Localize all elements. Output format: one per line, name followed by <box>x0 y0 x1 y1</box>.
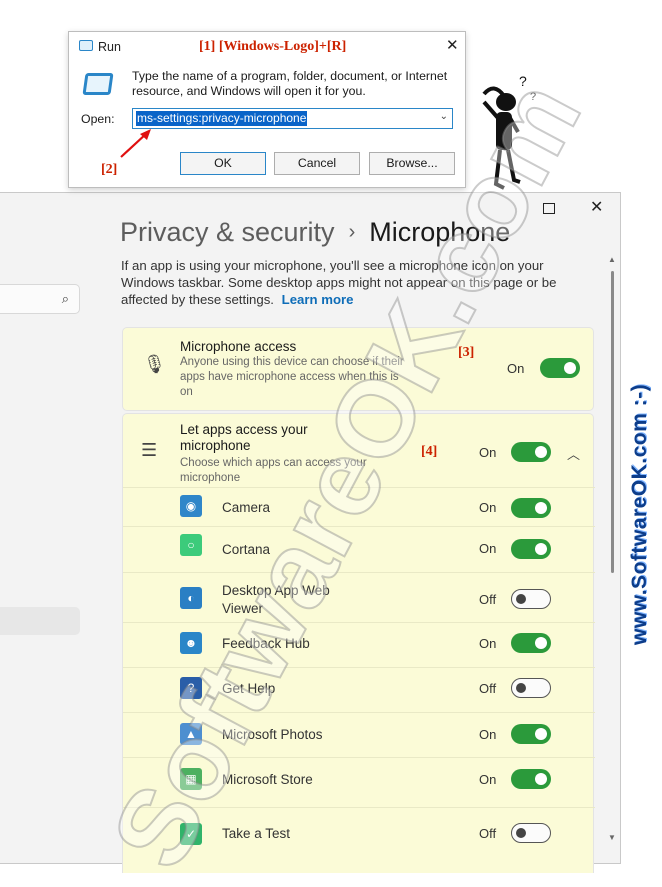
app-state: Off <box>479 826 497 841</box>
scroll-down-icon[interactable]: ▼ <box>608 833 616 842</box>
webview-icon: ◐ <box>180 587 202 609</box>
search-icon: ⌕ <box>61 291 69 306</box>
run-close-button[interactable]: ✕ <box>446 36 459 54</box>
let-apps-toggle[interactable] <box>511 442 551 462</box>
open-input[interactable]: ms-settings:privacy-microphone ⌄ <box>132 108 453 129</box>
microphone-access-title: Microphone access <box>180 339 297 354</box>
scrollbar-thumb[interactable] <box>611 271 614 573</box>
scroll-up-icon[interactable]: ▲ <box>608 255 616 264</box>
annotation-marker-1: [1] [Windows-Logo]+[R] <box>199 39 347 54</box>
chevron-up-icon[interactable]: ︿ <box>567 444 580 463</box>
settings-sidebar: ⌕ <box>0 193 96 863</box>
app-toggle-desktop-app-web-viewer[interactable] <box>511 589 551 609</box>
learn-more-link[interactable]: Learn more <box>282 292 354 307</box>
settings-search-input[interactable]: ⌕ <box>0 284 80 314</box>
app-toggle-take-a-test[interactable] <box>511 823 551 843</box>
app-state: Off <box>479 592 497 607</box>
let-apps-state: On <box>479 445 497 460</box>
app-name: Take a Test <box>222 826 291 841</box>
run-dialog: Run [1] [Windows-Logo]+[R] ✕ Type the na… <box>68 31 466 188</box>
microphone-icon: 🎙 <box>143 354 166 374</box>
app-state: On <box>479 772 497 787</box>
run-app-icon <box>82 73 114 95</box>
breadcrumb-separator: › <box>348 221 356 243</box>
app-state: On <box>479 727 497 742</box>
app-state: On <box>479 636 497 651</box>
annotation-marker-2: [2] <box>101 162 118 177</box>
ok-button[interactable]: OK <box>180 152 266 175</box>
app-state: On <box>479 500 497 515</box>
app-toggle-microsoft-store[interactable] <box>511 769 551 789</box>
run-description: Type the name of a program, folder, docu… <box>132 69 448 98</box>
microphone-access-state: On <box>507 361 525 376</box>
sidebar-item-selected[interactable] <box>0 607 80 635</box>
run-title-icon <box>79 40 93 51</box>
close-button[interactable]: ✕ <box>590 197 603 217</box>
open-input-value[interactable]: ms-settings:privacy-microphone <box>136 111 308 126</box>
app-toggle-get-help[interactable] <box>511 678 551 698</box>
app-state: Off <box>479 681 497 696</box>
run-dialog-title: Run <box>98 40 121 54</box>
cancel-button[interactable]: Cancel <box>274 152 360 175</box>
chevron-down-icon[interactable]: ⌄ <box>440 111 448 122</box>
app-toggle-microsoft-photos[interactable] <box>511 724 551 744</box>
breadcrumb-privacy-security[interactable]: Privacy & security <box>120 217 335 247</box>
annotation-arrow-icon <box>120 129 151 158</box>
microphone-access-toggle[interactable] <box>540 358 580 378</box>
app-toggle-feedback-hub[interactable] <box>511 633 551 653</box>
open-label: Open: <box>81 112 115 126</box>
app-state: On <box>479 541 497 556</box>
softwareok-vertical-logo: www.SoftwareOK.com :-) <box>628 383 651 645</box>
cortana-icon: ○ <box>180 534 202 556</box>
camera-icon: ◉ <box>180 495 202 517</box>
app-toggle-cortana[interactable] <box>511 539 551 559</box>
app-toggle-camera[interactable] <box>511 498 551 518</box>
list-icon: ☰ <box>141 440 158 460</box>
